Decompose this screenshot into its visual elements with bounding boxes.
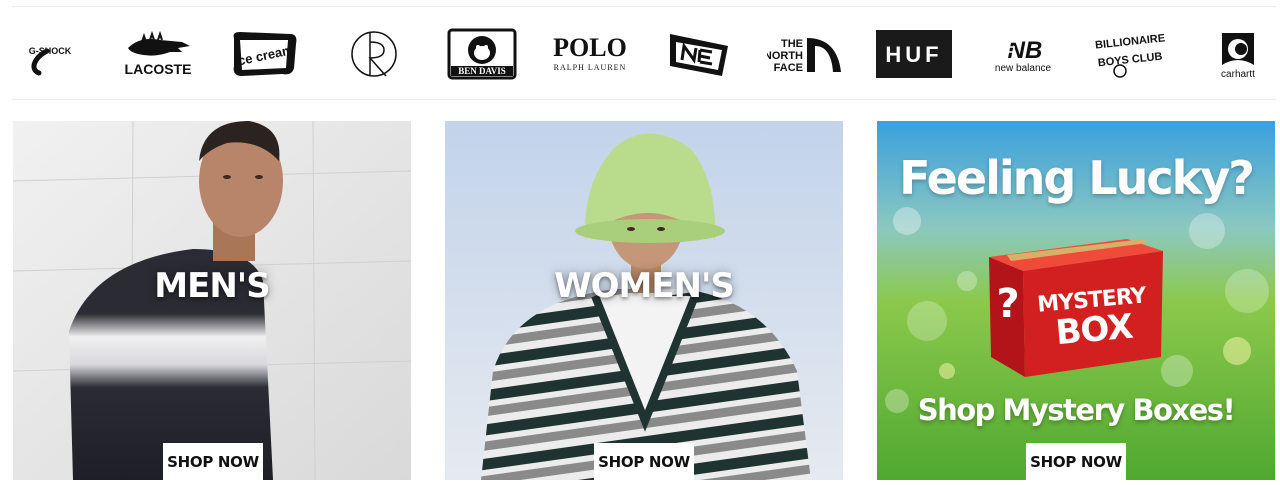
svg-text:NB: NB [1008, 37, 1043, 64]
svg-text:BEN DAVIS: BEN DAVIS [458, 66, 506, 76]
svg-text:G-SHOCK: G-SHOCK [29, 46, 72, 56]
svg-text:new balance: new balance [995, 63, 1052, 74]
womens-promo-card[interactable]: WOMEN'S SHOP NOW [445, 121, 843, 480]
brand-polo-link[interactable]: POLO RALPH LAUREN [546, 23, 634, 85]
svg-text:BILLIONAIRE: BILLIONAIRE [1095, 32, 1166, 51]
mystery-shop-now-button[interactable]: SHOP NOW [1026, 443, 1126, 480]
svg-text:BOYS CLUB: BOYS CLUB [1097, 51, 1163, 70]
polar-circle-icon [351, 31, 397, 77]
brand-newera-link[interactable] [664, 23, 734, 85]
northface-logo-icon: THE NORTH FACE [767, 38, 841, 74]
brand-polar-link[interactable] [348, 23, 400, 85]
mens-category-label: MEN'S [154, 266, 270, 306]
mystery-box-text: MYSTERY BOX [1025, 283, 1162, 353]
mystery-subheadline: Shop Mystery Boxes! [917, 393, 1236, 427]
mystery-question-mark: ? [996, 281, 1020, 327]
huf-box-icon: HUF [876, 30, 952, 78]
svg-text:HUF: HUF [885, 42, 942, 67]
icecream-logo-icon: ice cream [233, 32, 297, 76]
bbc-logo-icon: BILLIONAIRE BOYS CLUB [1095, 32, 1166, 78]
svg-text:carhartt: carhartt [1221, 69, 1255, 80]
mens-shop-now-button[interactable]: SHOP NOW [163, 443, 263, 480]
newera-flag-icon [670, 34, 728, 76]
brand-icecream-link[interactable]: ice cream [226, 23, 302, 85]
womens-shop-now-button[interactable]: SHOP NOW [594, 443, 694, 480]
carhartt-c-icon: carhartt [1221, 33, 1255, 80]
polo-wordmark-icon: POLO RALPH LAUREN [553, 33, 627, 72]
brand-bendavis-link[interactable]: BEN DAVIS [446, 23, 518, 85]
gshock-logo-icon: G-SHOCK [29, 46, 72, 76]
brand-huf-link[interactable]: HUF [876, 23, 952, 85]
brand-newbalance-link[interactable]: NB new balance [986, 23, 1060, 85]
brand-logo-bar: G-SHOCK LACOSTE ice cream BEN DAVIS POLO… [12, 6, 1276, 100]
brand-bbc-link[interactable]: BILLIONAIRE BOYS CLUB [1090, 23, 1170, 85]
svg-text:NORTH: NORTH [767, 50, 803, 62]
svg-text:FACE: FACE [774, 62, 803, 74]
nb-logo-icon: NB new balance [995, 37, 1052, 74]
brand-carhartt-link[interactable]: carhartt [1208, 23, 1268, 85]
svg-text:LACOSTE: LACOSTE [125, 61, 192, 77]
mystery-headline: Feeling Lucky? [899, 151, 1255, 205]
gorilla-icon: BEN DAVIS [447, 28, 517, 80]
mystery-box-promo-card[interactable]: Feeling Lucky? ? MYSTERY BOX Shop Myster… [877, 121, 1275, 480]
mens-promo-card[interactable]: MEN'S SHOP NOW [13, 121, 411, 480]
crocodile-icon: LACOSTE [125, 30, 192, 77]
svg-text:RALPH LAUREN: RALPH LAUREN [554, 63, 627, 72]
brand-lacoste-link[interactable]: LACOSTE [120, 23, 196, 85]
womens-category-label: WOMEN'S [554, 266, 735, 306]
brand-northface-link[interactable]: THE NORTH FACE [766, 23, 844, 85]
brand-gshock-link[interactable]: G-SHOCK [22, 23, 78, 85]
svg-text:POLO: POLO [553, 33, 627, 62]
svg-text:THE: THE [781, 38, 803, 50]
